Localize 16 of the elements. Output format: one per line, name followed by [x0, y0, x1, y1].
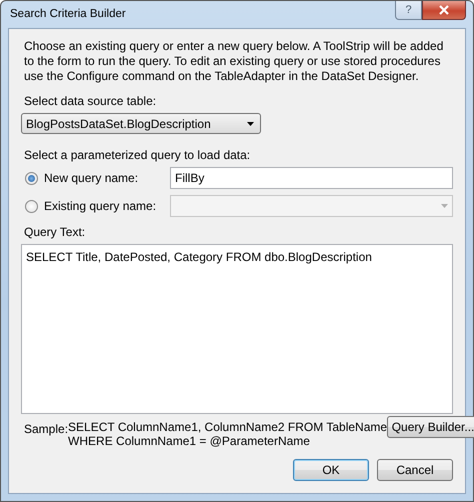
sample-label: Sample: — [24, 421, 68, 436]
description-text: Choose an existing query or enter a new query below. A ToolStrip will be added to the form to run the query. To edit an existing query or use stored procedures use the Configure command on the TableAdapter in the DataSet Designer. — [24, 39, 444, 84]
query-builder-button[interactable]: Query Builder... — [387, 416, 474, 438]
field-label: Query Text: — [24, 224, 86, 241]
radio-label: Existing query name: — [44, 198, 158, 215]
window-title: Search Criteria Builder — [9, 6, 126, 22]
dialog-button[interactable]: OK — [293, 459, 369, 481]
radio-label: New query name: — [44, 170, 140, 187]
query-name-field[interactable]: FillBy — [170, 167, 453, 189]
query-text-field[interactable]: SELECT Title, DatePosted, Category FROM dbo.BlogDescription — [21, 244, 453, 414]
dialog-button[interactable]: Cancel — [377, 459, 453, 481]
sample-text: SELECT ColumnName1, ColumnName2 FROM TableName WHERE ColumnName1 = @ParameterName — [68, 420, 388, 448]
field-label: Select data source table: — [24, 93, 158, 110]
data-source-dropdown[interactable]: BlogPostsDataSet.BlogDescription — [21, 113, 261, 134]
field-label: Select a parameterized query to load data: — [24, 147, 252, 164]
help-button[interactable]: ? — [395, 1, 422, 20]
